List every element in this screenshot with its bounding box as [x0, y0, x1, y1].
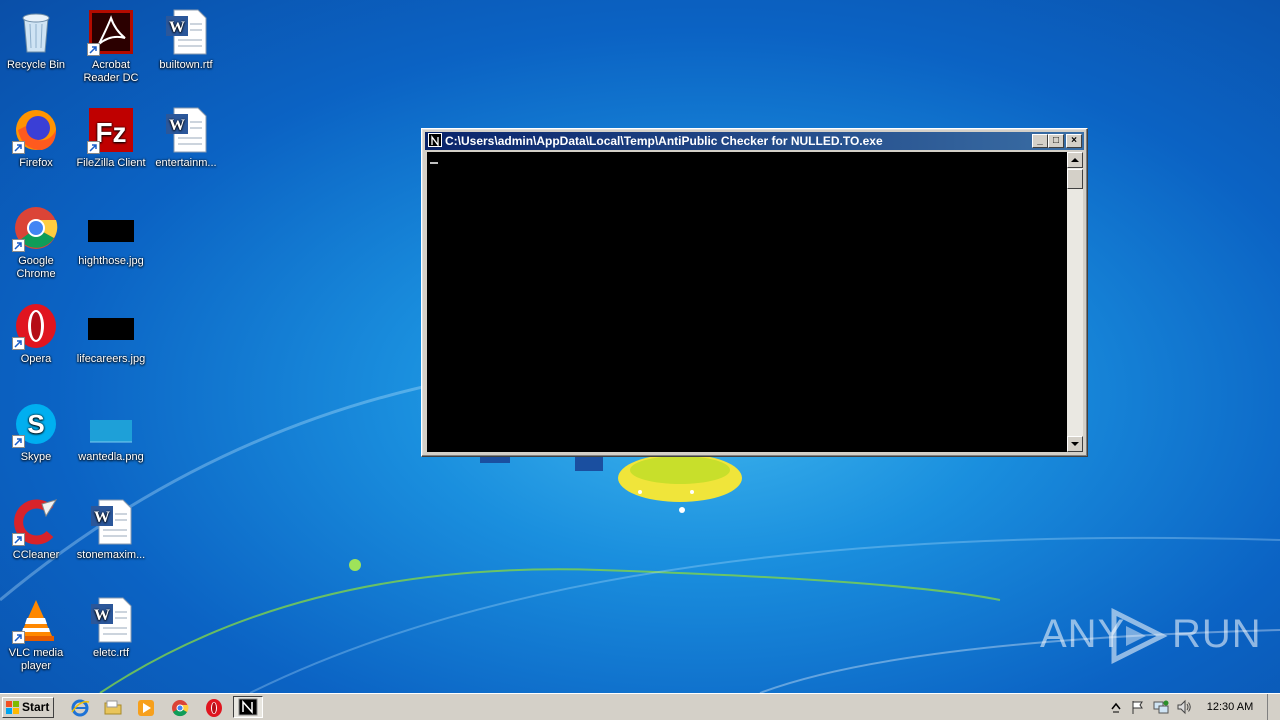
- desktop-icon-label: lifecareers.jpg: [76, 353, 146, 365]
- vertical-scrollbar[interactable]: [1067, 152, 1083, 452]
- arrow-up-icon: [1071, 158, 1079, 162]
- action-center-flag-icon[interactable]: [1130, 699, 1146, 715]
- desktop-icon-label: highthose.jpg: [78, 255, 144, 267]
- svg-text:W: W: [169, 19, 185, 36]
- close-button[interactable]: ×: [1066, 134, 1082, 148]
- desktop-icon-skype[interactable]: S Skype: [0, 394, 74, 464]
- console-window[interactable]: C:\Users\admin\AppData\Local\Temp\AntiPu…: [421, 128, 1088, 457]
- shortcut-arrow-icon: [87, 43, 100, 56]
- scroll-down-button[interactable]: [1067, 436, 1083, 452]
- folder-icon[interactable]: [103, 698, 123, 718]
- recycle-bin-icon: [12, 8, 60, 56]
- desktop-icon-label: Google Chrome: [16, 255, 56, 280]
- desktop-icon-label: FileZilla Client: [76, 157, 146, 169]
- maximize-icon: □: [1052, 135, 1060, 146]
- text-cursor: [430, 162, 438, 164]
- desktop-icon-wantedla-png[interactable]: wantedla.png: [73, 394, 149, 464]
- desktop-icon-google-chrome[interactable]: Google Chrome: [0, 198, 74, 281]
- shortcut-arrow-icon: [12, 435, 25, 448]
- desktop-icon-stonemaxim[interactable]: W stonemaxim...: [73, 492, 149, 562]
- minimize-button[interactable]: _: [1032, 134, 1048, 148]
- maximize-button[interactable]: □: [1048, 134, 1064, 148]
- desktop-icon-label: Skype: [20, 451, 52, 463]
- desktop-icon-label: eletc.rtf: [92, 647, 130, 659]
- play-logo-icon: [1111, 608, 1168, 664]
- word-document-icon: W: [87, 498, 135, 546]
- svg-text:W: W: [94, 607, 110, 624]
- word-document-icon: W: [162, 106, 210, 154]
- console-app-icon: [238, 698, 258, 716]
- shortcut-arrow-icon: [12, 141, 25, 154]
- network-icon[interactable]: [1153, 699, 1169, 715]
- svg-text:W: W: [169, 117, 185, 134]
- desktop-icon-acrobat[interactable]: Acrobat Reader DC: [73, 2, 149, 85]
- chrome-icon: [12, 204, 60, 252]
- system-clock[interactable]: 12:30 AM: [1200, 694, 1260, 720]
- shortcut-arrow-icon: [12, 631, 25, 644]
- taskbar-console-button[interactable]: [233, 696, 263, 718]
- firefox-icon: [12, 106, 60, 154]
- shortcut-arrow-icon: [12, 337, 25, 350]
- vlc-icon: [12, 596, 60, 644]
- desktop-icon-recycle-bin[interactable]: Recycle Bin: [0, 2, 74, 72]
- console-app-icon: [428, 133, 442, 147]
- minimize-icon: _: [1037, 135, 1043, 146]
- internet-explorer-icon[interactable]: [70, 698, 90, 718]
- show-desktop-button[interactable]: [1267, 694, 1280, 720]
- ccleaner-icon: [12, 498, 60, 546]
- window-titlebar[interactable]: C:\Users\admin\AppData\Local\Temp\AntiPu…: [425, 132, 1084, 150]
- desktop-icon-entertainm[interactable]: W entertainm...: [148, 100, 224, 170]
- start-label: Start: [22, 700, 50, 714]
- desktop-icon-label: Opera: [20, 353, 52, 365]
- volume-icon[interactable]: [1176, 699, 1192, 715]
- desktop-icon-lifecareers-jpg[interactable]: lifecareers.jpg: [73, 296, 149, 366]
- desktop-icon-label: VLC media player: [8, 647, 64, 672]
- shortcut-arrow-icon: [87, 141, 100, 154]
- word-document-icon: W: [162, 8, 210, 56]
- word-document-icon: W: [87, 596, 135, 644]
- desktop-icon-label: stonemaxim...: [76, 549, 146, 561]
- watermark-right-text: RUN: [1172, 612, 1262, 656]
- chrome-icon[interactable]: [170, 698, 190, 718]
- desktop-icon-label: CCleaner: [12, 549, 60, 561]
- scroll-up-button[interactable]: [1067, 152, 1083, 168]
- desktop-icon-ccleaner[interactable]: CCleaner: [0, 492, 74, 562]
- desktop-icon-firefox[interactable]: Firefox: [0, 100, 74, 170]
- opera-icon[interactable]: [204, 698, 224, 718]
- windows-logo-icon: [6, 701, 19, 714]
- image-thumbnail-icon: [87, 204, 135, 252]
- desktop-icon-builtown-rtf[interactable]: W builtown.rtf: [148, 2, 224, 72]
- desktop-icon-label: Firefox: [19, 157, 53, 169]
- arrow-down-icon: [1071, 442, 1079, 446]
- show-hidden-icons-icon[interactable]: [1108, 699, 1124, 715]
- desktop-icon-label: Recycle Bin: [6, 59, 66, 71]
- window-title: C:\Users\admin\AppData\Local\Temp\AntiPu…: [445, 134, 883, 148]
- image-thumbnail-icon: [87, 400, 135, 448]
- start-button[interactable]: Start: [2, 697, 54, 718]
- scrollbar-thumb[interactable]: [1067, 169, 1083, 189]
- desktop-icon-filezilla[interactable]: Fz FileZilla Client: [73, 100, 149, 170]
- opera-icon: [12, 302, 60, 350]
- desktop-icon-vlc[interactable]: VLC media player: [0, 590, 74, 673]
- desktop-icon-eletc-rtf[interactable]: W eletc.rtf: [73, 590, 149, 660]
- desktop-icon-label: entertainm...: [155, 157, 217, 169]
- desktop-icon-highthose-jpg[interactable]: highthose.jpg: [73, 198, 149, 268]
- desktop-icon-label: Acrobat Reader DC: [83, 59, 139, 84]
- desktop-icon-label: builtown.rtf: [159, 59, 213, 71]
- shortcut-arrow-icon: [12, 239, 25, 252]
- skype-icon: S: [12, 400, 60, 448]
- media-player-icon[interactable]: [136, 698, 156, 718]
- console-output-area[interactable]: [427, 152, 1067, 452]
- svg-text:W: W: [94, 509, 110, 526]
- desktop-icon-label: wantedla.png: [78, 451, 144, 463]
- svg-text:S: S: [27, 409, 44, 439]
- acrobat-icon: [87, 8, 135, 56]
- filezilla-icon: Fz: [87, 106, 135, 154]
- desktop-icon-opera[interactable]: Opera: [0, 296, 74, 366]
- taskbar: Start 12:30 AM: [0, 693, 1280, 720]
- svg-text:Fz: Fz: [95, 117, 126, 148]
- shortcut-arrow-icon: [12, 533, 25, 546]
- image-thumbnail-icon: [87, 302, 135, 350]
- close-icon: ×: [1071, 135, 1077, 146]
